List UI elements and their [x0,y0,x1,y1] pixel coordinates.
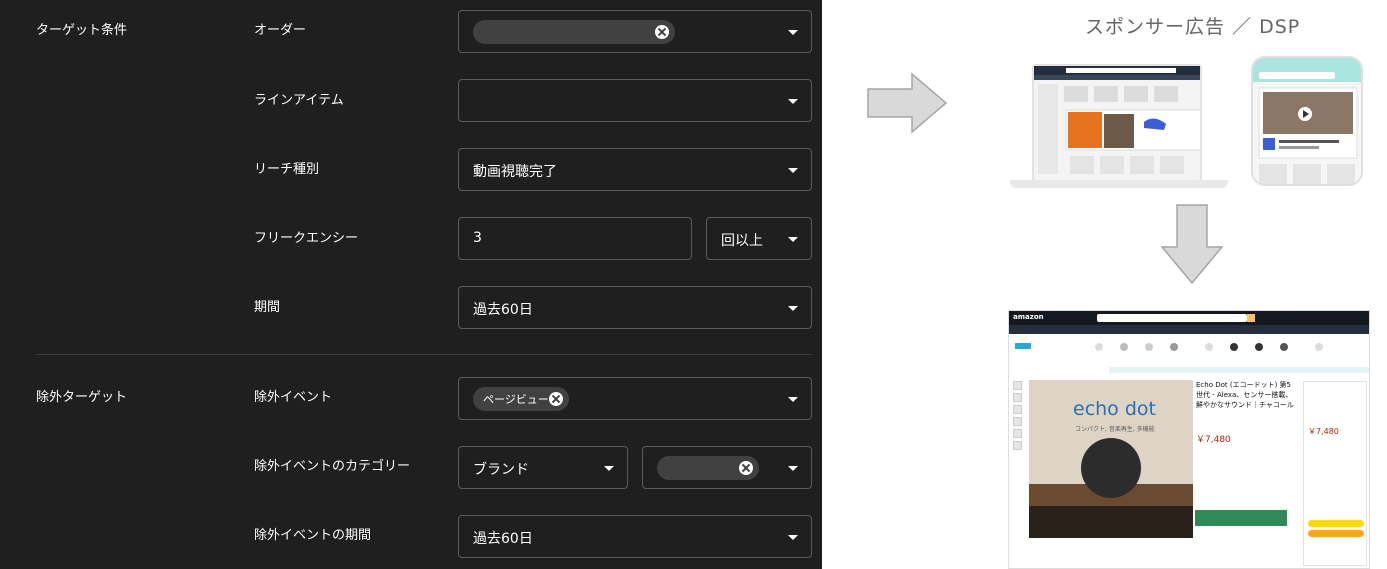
laptop-ad-mockup [1032,64,1205,182]
amazon-nav-bar [1009,325,1369,334]
phone-ad-mockup [1251,56,1363,186]
add-to-cart-button [1308,520,1364,527]
frequency-unit-value: 回以上 [721,233,763,249]
close-icon[interactable] [655,25,669,39]
exclusion-event-chip: ページビュー [473,387,569,411]
chevron-down-icon[interactable] [788,99,798,104]
product-price: ￥7,480 [1196,435,1231,445]
search-icon [1247,314,1255,322]
frequency-value: 3 [473,230,482,246]
exclusion-period-select[interactable]: 過去60日 [458,515,812,558]
section-label-target-conditions: ターゲット条件 [36,23,128,38]
buy-now-button [1308,530,1364,537]
chevron-down-icon[interactable] [788,168,798,173]
buy-box-price: ￥7,480 [1308,427,1339,436]
frequency-label: フリークエンシー [254,231,359,246]
order-label: オーダー [254,23,307,38]
amazon-subnav [1009,335,1369,373]
order-select[interactable] [458,10,812,53]
promo-banner [1195,510,1287,526]
close-icon[interactable] [549,392,563,406]
exclusion-category-value: ブランド [473,462,529,478]
diagram-title: スポンサー広告 ／ DSP [1085,16,1301,38]
chevron-down-icon[interactable] [788,397,798,402]
chevron-down-icon[interactable] [788,535,798,540]
targeting-settings-panel: ターゲット条件 オーダー ラインアイテム リーチ種別 動画視聴完了 フリークエン… [0,0,822,569]
exclusion-category-select[interactable]: ブランド [458,446,628,489]
arrow-down-icon [1160,204,1224,285]
line-item-label: ラインアイテム [254,93,344,108]
feature-icon-bar [1029,506,1193,538]
laptop-base [1010,180,1228,188]
exclusion-category-label: 除外イベントのカテゴリー [254,459,411,474]
exclusion-event-chip-text: ページビュー [483,393,549,406]
period-value: 過去60日 [473,302,533,318]
period-label: 期間 [254,300,281,315]
section-label-exclusion-target: 除外ターゲット [36,390,128,405]
frequency-input[interactable]: 3 [458,217,692,260]
reach-type-label: リーチ種別 [254,162,320,177]
product-image: echo dot コンパクト, 音楽再生, 多機能 [1029,380,1193,538]
phone-screen-content [1253,58,1361,184]
amazon-header: amazon [1009,311,1369,325]
chevron-down-icon[interactable] [788,237,798,242]
period-select[interactable]: 過去60日 [458,286,812,329]
exclusion-category-item-select[interactable] [642,446,812,489]
frequency-unit-select[interactable]: 回以上 [706,217,812,260]
chevron-down-icon[interactable] [788,306,798,311]
product-subtitle: コンパクト, 音楽再生, 多機能 [1075,426,1155,433]
amazon-product-page-mockup: amazon echo dot コンパクト, 音楽再生, 多機能 Echo Do… [1008,310,1370,569]
chevron-down-icon[interactable] [604,466,614,471]
laptop-screen-content [1034,66,1205,174]
speaker-image [1081,438,1141,498]
thumbnail-strip [1013,381,1023,461]
arrow-right-icon [867,72,948,134]
chevron-down-icon[interactable] [788,30,798,35]
amazon-logo: amazon [1013,313,1044,321]
product-logo: echo dot [1073,398,1156,420]
reach-type-value: 動画視聴完了 [473,164,557,180]
buy-box: ￥7,480 [1303,381,1367,566]
exclusion-period-value: 過去60日 [473,531,533,547]
reach-type-select[interactable]: 動画視聴完了 [458,148,812,191]
section-divider [36,354,812,355]
order-chip [473,20,675,44]
exclusion-event-label: 除外イベント [254,390,333,405]
exclusion-event-select[interactable]: ページビュー [458,377,812,420]
exclusion-category-chip [657,456,759,480]
product-title: Echo Dot (エコードット) 第5世代 - Alexa、センサー搭載、鮮や… [1196,381,1294,409]
close-icon[interactable] [739,461,753,475]
exclusion-period-label: 除外イベントの期間 [254,528,372,543]
line-item-select[interactable] [458,79,812,122]
amazon-search-bar [1097,314,1247,322]
chevron-down-icon[interactable] [788,466,798,471]
